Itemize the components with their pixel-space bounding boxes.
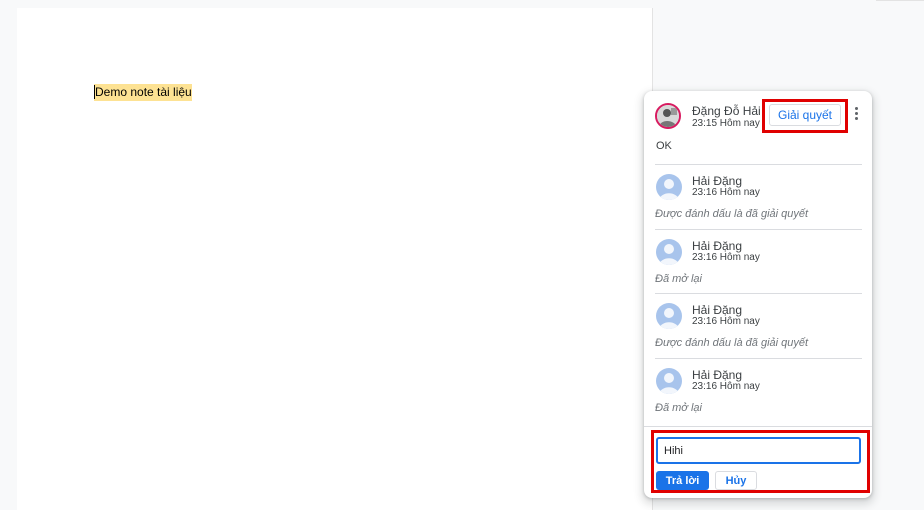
- avatar: [655, 103, 681, 129]
- reply-input[interactable]: [656, 437, 861, 464]
- reply-item: Hải Đặng 23:16 Hôm nay Được đánh dấu là …: [644, 164, 872, 229]
- divider: [655, 293, 862, 294]
- reply-status: Đã mở lại: [655, 273, 702, 285]
- reply-submit-button[interactable]: Trả lời: [656, 471, 709, 490]
- reply-timestamp: 23:16 Hôm nay: [692, 187, 760, 198]
- cancel-button[interactable]: Hủy: [715, 471, 757, 490]
- reply-item: Hải Đặng 23:16 Hôm nay Đã mở lại: [644, 358, 872, 423]
- reply-item: Hải Đặng 23:16 Hôm nay Đã mở lại: [644, 229, 872, 294]
- default-avatar-icon: [656, 303, 682, 329]
- reply-status: Đã mở lại: [655, 402, 702, 414]
- document-text[interactable]: Demo note tài liệu: [94, 84, 192, 101]
- default-avatar-icon: [656, 368, 682, 394]
- reply-timestamp: 23:16 Hôm nay: [692, 252, 760, 263]
- reply-timestamp: 23:16 Hôm nay: [692, 381, 760, 392]
- comment-thread-card[interactable]: Đặng Đỗ Hải 23:15 Hôm nay Giải quyết OK …: [644, 91, 872, 498]
- document-text-content: Demo note tài liệu: [95, 85, 192, 99]
- reply-author: Hải Đặng: [692, 174, 743, 188]
- comment-header: Đặng Đỗ Hải 23:15 Hôm nay Giải quyết: [644, 91, 872, 141]
- document-page[interactable]: Demo note tài liệu: [17, 8, 653, 510]
- reply-timestamp: 23:16 Hôm nay: [692, 316, 760, 327]
- resolve-button[interactable]: Giải quyết: [769, 104, 841, 126]
- divider: [655, 358, 862, 359]
- default-avatar-icon: [656, 239, 682, 265]
- reply-author: Hải Đặng: [692, 303, 743, 317]
- more-options-icon[interactable]: [852, 107, 860, 123]
- user-photo-avatar-icon: [657, 105, 679, 127]
- divider: [655, 164, 862, 165]
- reply-author: Hải Đặng: [692, 368, 743, 382]
- top-divider: [876, 0, 924, 1]
- default-avatar-icon: [656, 174, 682, 200]
- comment-timestamp: 23:15 Hôm nay: [692, 118, 760, 129]
- reply-author: Hải Đặng: [692, 239, 743, 253]
- divider: [644, 426, 872, 427]
- reply-item: Hải Đặng 23:16 Hôm nay Được đánh dấu là …: [644, 293, 872, 358]
- reply-status: Được đánh dấu là đã giải quyết: [655, 208, 809, 220]
- divider: [655, 229, 862, 230]
- comment-author: Đặng Đỗ Hải: [692, 104, 761, 118]
- reply-status: Được đánh dấu là đã giải quyết: [655, 337, 809, 349]
- comment-body: OK: [656, 140, 672, 152]
